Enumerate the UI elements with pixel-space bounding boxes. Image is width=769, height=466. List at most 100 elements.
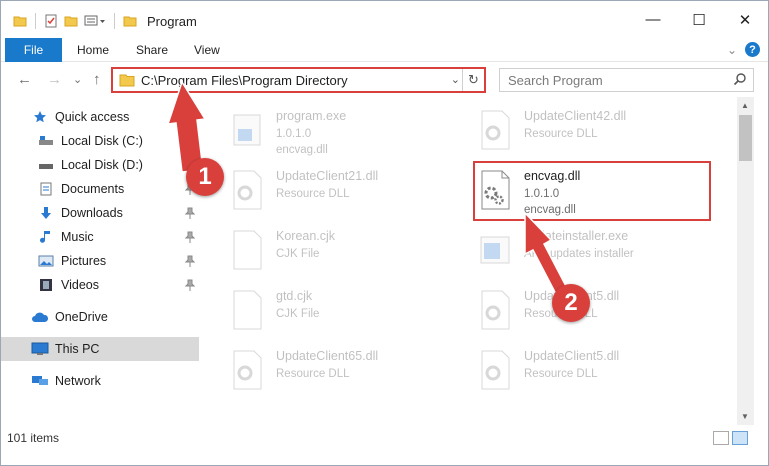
sidebar-item-label: Videos [61,278,99,292]
sidebar-item-quick-access[interactable]: Quick access [1,105,199,129]
sidebar-item-label: Documents [61,182,125,196]
vertical-scrollbar[interactable]: ▲ ▼ [737,97,754,425]
refresh-button[interactable]: ↻ [462,69,484,91]
file-item[interactable]: updateinstaller.exe APP updates installe… [478,225,718,281]
blank-file-icon [233,230,262,270]
sidebar-item-onedrive[interactable]: OneDrive [1,305,199,329]
download-arrow-icon [37,205,55,221]
file-item[interactable]: UpdateClient65.dll Resource DLL [230,345,470,401]
customize-toolbar-icon[interactable] [84,14,106,28]
highlight-box [473,161,711,221]
file-item[interactable]: program.exe 1.0.1.0 encvag.dll [230,105,470,161]
pin-icon [185,135,195,147]
file-detail: Resource DLL [524,368,598,380]
search-box[interactable]: Search Program [499,68,754,92]
sidebar-item-music[interactable]: Music [1,225,199,249]
sidebar-item-documents[interactable]: Documents [1,177,199,201]
file-detail: Resource DLL [276,368,350,380]
dll-gear-icon [233,350,262,390]
search-icon [733,73,746,86]
sidebar-item-label: This PC [55,342,100,356]
details-view-icon[interactable] [713,431,729,445]
toolbar-divider [35,13,36,29]
cloud-icon [31,309,49,325]
file-item[interactable]: UpdateClient21.dll Resource DLL [230,165,470,221]
exe-icon [233,114,261,146]
monitor-icon [31,341,49,357]
sidebar-item-label: Network [55,374,101,388]
step-marker-2: 2 [552,284,590,322]
address-bar[interactable]: C:\Program Files\Program Directory ⌄ ↻ [111,67,486,93]
file-item[interactable]: gtd.cjk CJK File [230,285,470,341]
sidebar-item-label: Local Disk (D:) [61,158,143,172]
address-dropdown-icon[interactable]: ⌄ [451,73,460,86]
file-name: UpdateClient5.dll [524,349,620,363]
ribbon-tabs: File Home Share View ⌄ ? [1,38,768,62]
sidebar-item-network[interactable]: Network [1,369,199,393]
back-button[interactable]: ← [17,71,32,88]
tab-file[interactable]: File [5,38,62,62]
file-item[interactable]: UpdateClient42.dll Resource DLL [478,105,718,161]
view-toggle [713,431,748,445]
new-folder-icon[interactable] [64,14,78,28]
close-button[interactable]: ✕ [722,1,768,38]
up-button[interactable]: ↑ [93,71,101,88]
file-name: updateinstaller.exe [524,229,629,243]
file-list: program.exe 1.0.1.0 encvag.dll UpdateCli… [206,97,736,425]
search-input[interactable]: Search Program [508,73,603,88]
installer-icon [480,236,510,264]
sidebar-item-pictures[interactable]: Pictures [1,249,199,273]
minimize-button[interactable]: — [630,1,676,38]
star-icon [31,109,49,125]
dll-gear-icon [233,170,262,210]
file-detail: APP updates installer [524,248,634,260]
pin-icon [185,207,195,219]
sidebar-item-downloads[interactable]: Downloads [1,201,199,225]
sidebar-item-label: OneDrive [55,310,108,324]
recent-locations-button[interactable]: ⌄ [73,73,82,86]
file-item[interactable]: Korean.cjk CJK File [230,225,470,281]
tab-view[interactable]: View [194,38,220,62]
ribbon-right-controls: ⌄ ? [727,42,760,57]
sidebar-item-label: Music [61,230,94,244]
tab-share[interactable]: Share [136,38,168,62]
folder-icon [119,74,135,87]
file-name: UpdateClient21.dll [276,169,379,183]
item-count: 101 items [7,431,60,445]
sidebar-item-label: Quick access [55,110,130,124]
navigation-pane: Quick access Local Disk (C:) Local Disk … [1,97,204,425]
drive-icon [37,157,55,173]
dll-gear-icon [481,290,510,330]
expand-ribbon-icon[interactable]: ⌄ [727,43,737,57]
forward-button[interactable]: → [47,71,62,88]
dll-gear-icon [481,110,510,150]
maximize-button[interactable]: ☐ [676,1,722,38]
scroll-up-icon[interactable]: ▲ [741,101,749,110]
address-path[interactable]: C:\Program Files\Program Directory [141,73,348,88]
scrollbar-thumb[interactable] [739,115,752,161]
file-detail: 1.0.1.0 [276,128,312,140]
file-name: gtd.cjk [276,289,313,303]
file-name: Korean.cjk [276,229,336,243]
network-icon [31,373,49,389]
sidebar-item-label: Pictures [61,254,107,268]
blank-file-icon [233,290,262,330]
file-item[interactable]: UpdateClient5.dll Resource DLL [478,345,718,401]
scroll-down-icon[interactable]: ▼ [741,412,749,421]
sidebar-item-local-disk-d[interactable]: Local Disk (D:) [1,153,199,177]
tiles-view-icon[interactable] [732,431,748,445]
folder-icon [123,16,137,27]
documents-icon [37,181,55,197]
sidebar-item-videos[interactable]: Videos [1,273,199,297]
toolbar-divider [114,13,115,29]
sidebar-item-local-disk-c[interactable]: Local Disk (C:) [1,129,199,153]
help-icon[interactable]: ? [745,42,760,57]
sidebar-item-this-pc[interactable]: This PC [1,337,199,361]
dll-gear-icon [481,350,510,390]
properties-icon[interactable] [44,14,58,28]
file-name: UpdateClient42.dll [524,109,627,123]
tab-home[interactable]: Home [77,38,109,62]
file-detail: Resource DLL [276,188,350,200]
explorer-window: Program — ☐ ✕ File Home Share View ⌄ ? ←… [0,0,769,466]
file-item[interactable]: UpdateClient5.dll Resource DLL [478,285,718,341]
